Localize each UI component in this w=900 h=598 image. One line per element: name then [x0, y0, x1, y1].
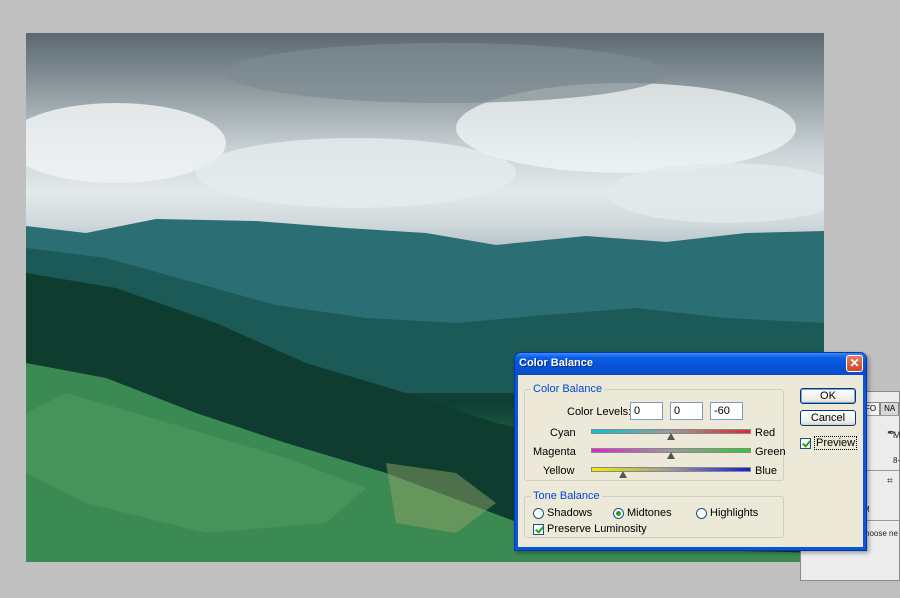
yellow-blue-track: [591, 467, 751, 472]
tab-navigator[interactable]: NA: [880, 402, 900, 416]
magenta-green-slider[interactable]: [591, 448, 751, 459]
yellow-label: Yellow: [543, 465, 575, 477]
preserve-luminosity-checkbox-row[interactable]: Preserve Luminosity: [533, 523, 647, 535]
dialog-body: Color Balance Color Levels: 0 0 -60 Cyan…: [518, 375, 863, 547]
radio-midtones[interactable]: Midtones: [613, 507, 672, 519]
radio-midtones-label: Midtones: [627, 507, 672, 519]
magenta-label: Magenta: [533, 446, 576, 458]
color-balance-dialog: Color Balance ✕ Color Balance Color Leve…: [514, 352, 867, 551]
radio-shadows-circle[interactable]: [533, 507, 544, 519]
preview-checkbox-row[interactable]: Preview: [800, 436, 858, 450]
panel-hint-text: hoose ne: [865, 529, 898, 538]
blue-label: Blue: [755, 465, 778, 477]
cancel-button[interactable]: Cancel: [800, 410, 856, 426]
level-cyan-red-input[interactable]: 0: [630, 402, 663, 420]
cyan-red-thumb[interactable]: [667, 433, 675, 440]
cyan-red-slider[interactable]: [591, 429, 751, 440]
color-levels-label: Color Levels:: [567, 406, 632, 418]
preview-checkbox[interactable]: [800, 437, 811, 449]
radio-highlights-label: Highlights: [710, 507, 759, 519]
radio-shadows[interactable]: Shadows: [533, 507, 592, 519]
radio-midtones-circle[interactable]: [613, 507, 624, 519]
red-label: Red: [755, 427, 776, 439]
radio-highlights-circle[interactable]: [696, 507, 707, 519]
panel-readout-m: M: [893, 430, 900, 440]
tone-balance-group: Tone Balance Shadows Midtones Highlights…: [524, 490, 784, 538]
dialog-title: Color Balance: [519, 357, 593, 369]
preview-label: Preview: [814, 436, 858, 450]
radio-highlights[interactable]: Highlights: [696, 507, 758, 519]
preserve-luminosity-label: Preserve Luminosity: [547, 523, 647, 535]
crop-icon: ⌗: [887, 476, 893, 487]
panel-readout-bits: 8-: [893, 456, 900, 465]
close-button[interactable]: ✕: [846, 355, 863, 372]
magenta-green-thumb[interactable]: [667, 452, 675, 459]
close-icon: ✕: [849, 356, 860, 370]
preserve-luminosity-checkbox[interactable]: [533, 523, 544, 535]
color-balance-group: Color Balance Color Levels: 0 0 -60 Cyan…: [524, 383, 786, 481]
green-label: Green: [755, 446, 786, 458]
cyan-label: Cyan: [550, 427, 576, 439]
yellow-blue-slider[interactable]: [591, 467, 751, 478]
radio-shadows-label: Shadows: [547, 507, 593, 519]
level-yellow-blue-input[interactable]: -60: [710, 402, 743, 420]
yellow-blue-thumb[interactable]: [619, 471, 627, 478]
level-magenta-green-input[interactable]: 0: [670, 402, 703, 420]
tone-balance-legend: Tone Balance: [531, 490, 602, 502]
dialog-titlebar[interactable]: Color Balance ✕: [515, 353, 866, 375]
ok-button[interactable]: OK: [800, 388, 856, 404]
color-balance-legend: Color Balance: [531, 383, 605, 395]
